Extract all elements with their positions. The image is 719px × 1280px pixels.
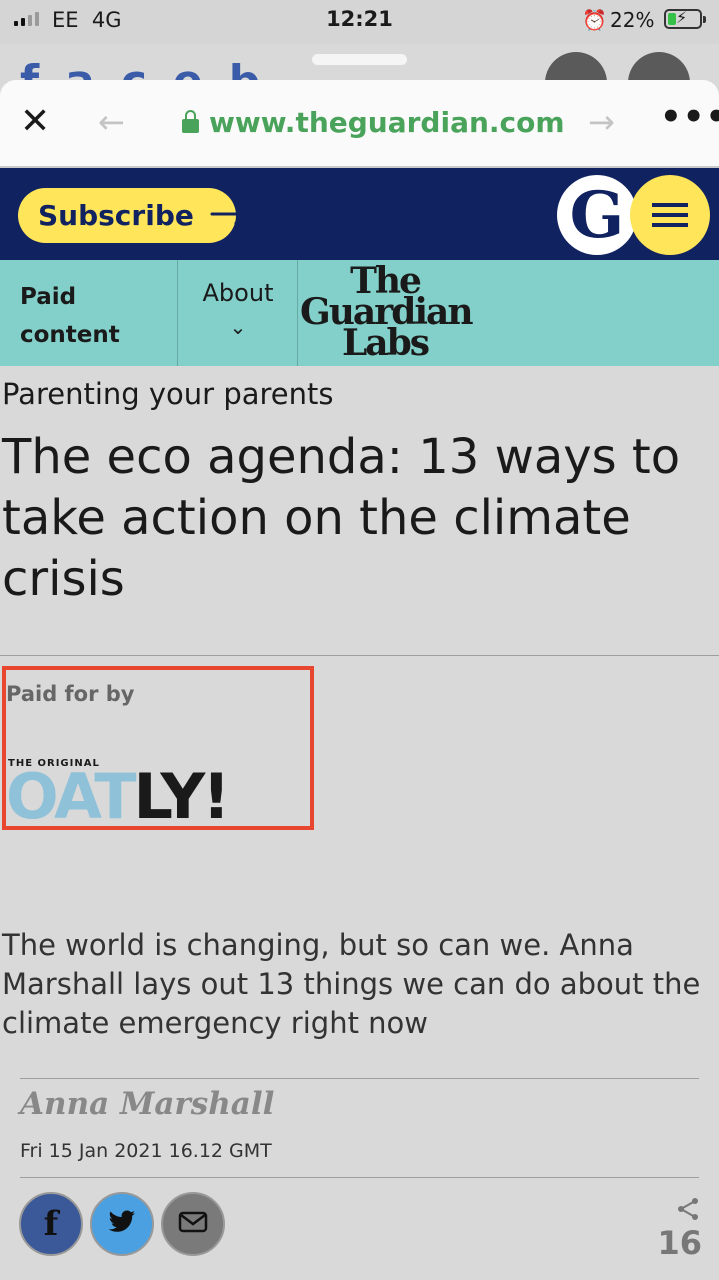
- about-dropdown[interactable]: About ⌄: [178, 278, 298, 342]
- divider: [20, 1177, 699, 1178]
- share-facebook-button[interactable]: f: [19, 1192, 83, 1256]
- oatly-logo[interactable]: OATLY!: [6, 766, 231, 828]
- article-kicker[interactable]: Parenting your parents: [2, 377, 334, 411]
- twitter-icon: [107, 1209, 137, 1239]
- about-label: About: [202, 279, 274, 307]
- in-app-browser-sheet: ✕ ← www.theguardian.com → ••• Subscribe …: [0, 80, 719, 1280]
- paid-for-by-highlight: Paid for by THE ORIGINAL OATLY!: [2, 666, 314, 830]
- labs-bar: Paid content About ⌄ The Guardian Labs: [0, 260, 719, 366]
- article-headline: The eco agenda: 13 ways to take action o…: [2, 429, 681, 607]
- arrow-right-icon: [210, 188, 250, 243]
- status-bar: EE 4G 12:21 ⏰ 22% ⚡: [0, 0, 719, 44]
- divider: [20, 1078, 699, 1079]
- author-byline[interactable]: Anna Marshall: [20, 1086, 274, 1122]
- divider: [297, 260, 298, 366]
- divider: [0, 655, 719, 656]
- email-icon: [178, 1211, 208, 1237]
- lock-icon: [182, 110, 199, 133]
- share-count: 16: [657, 1224, 702, 1262]
- share-icon[interactable]: [676, 1197, 700, 1225]
- battery-percent: 22%: [610, 8, 655, 32]
- url-bar[interactable]: www.theguardian.com: [182, 106, 565, 139]
- close-icon[interactable]: ✕: [20, 104, 50, 140]
- chevron-down-icon: ⌄: [229, 315, 247, 339]
- subscribe-label: Subscribe: [38, 199, 194, 232]
- facebook-icon: f: [43, 1204, 59, 1244]
- alarm-icon: ⏰: [582, 8, 607, 32]
- browser-toolbar: ✕ ← www.theguardian.com → •••: [0, 80, 719, 168]
- subscribe-button[interactable]: Subscribe: [18, 188, 249, 243]
- url-text: www.theguardian.com: [209, 106, 565, 139]
- paid-for-label: Paid for by: [6, 682, 135, 706]
- battery-icon: ⚡: [664, 8, 706, 29]
- sheet-grabber[interactable]: [312, 54, 407, 65]
- more-icon[interactable]: •••: [660, 97, 719, 137]
- hamburger-menu-icon[interactable]: [630, 175, 710, 255]
- back-arrow-icon[interactable]: ←: [98, 103, 125, 141]
- article-standfirst: The world is changing, but so can we. An…: [2, 928, 701, 1040]
- guardian-logo[interactable]: G: [557, 175, 637, 255]
- share-email-button[interactable]: [161, 1192, 225, 1256]
- paid-content-link[interactable]: Paid content: [20, 278, 170, 354]
- share-twitter-button[interactable]: [90, 1192, 154, 1256]
- guardian-labs-logo[interactable]: The Guardian Labs: [300, 263, 474, 361]
- guardian-header: Subscribe G: [0, 168, 719, 260]
- publish-date: Fri 15 Jan 2021 16.12 GMT: [20, 1140, 272, 1162]
- forward-arrow-icon[interactable]: →: [588, 103, 615, 141]
